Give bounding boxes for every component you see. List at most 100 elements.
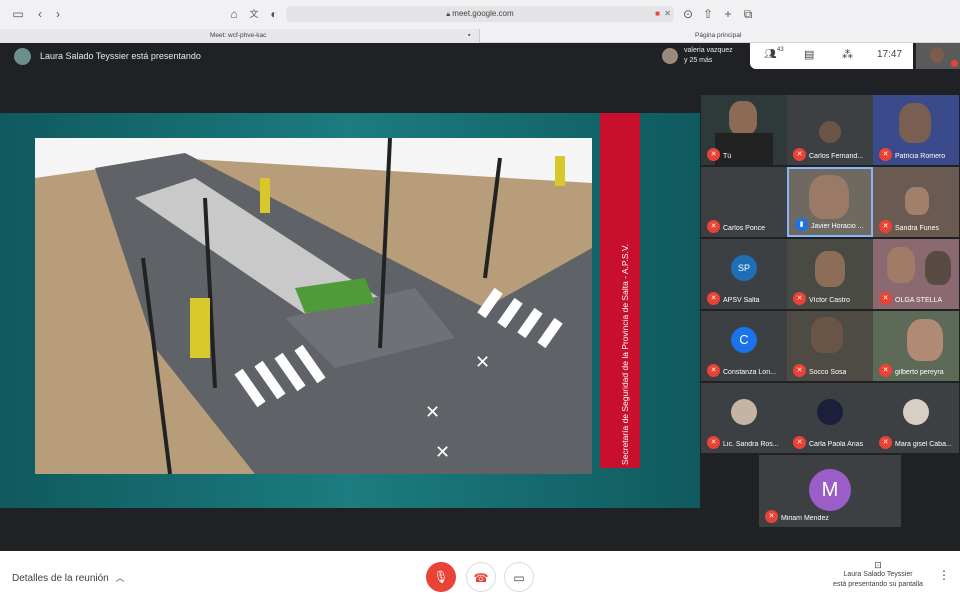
tab-strip: Meet: wcf-phve-kac ▪ Página principal (0, 29, 960, 43)
presenting-name: Laura Salado Teyssier (843, 571, 913, 578)
camera-toggle-button[interactable]: ▭ (504, 562, 534, 592)
participant-name: gilberto pereyra (895, 369, 944, 376)
mic-off-icon: ✕ (707, 364, 720, 377)
sidebar-toggle-icon[interactable]: ▭ (10, 6, 26, 22)
participant-tile[interactable]: ✕ Mara gisel Caba... (873, 383, 959, 453)
participant-video-2 (925, 251, 951, 285)
chat-icon[interactable]: ▤ (804, 48, 814, 61)
people-icon[interactable]: 👥︎ (764, 49, 777, 60)
tab-meet[interactable]: Meet: wcf-phve-kac ▪ (0, 29, 480, 43)
participant-name: Tú (723, 153, 732, 160)
mic-off-icon: ✕ (793, 436, 806, 449)
presentation-info[interactable]: ⊡ Laura Salado Teyssier está presentando… (815, 560, 941, 590)
meet-controls-pill: 👥︎ 43 ▤ ⁂ 17:47 (750, 43, 913, 69)
participant-video (907, 319, 943, 361)
participant-shirt (715, 133, 773, 165)
self-view-thumbnail[interactable] (916, 43, 960, 69)
participant-tile[interactable]: SP ✕ APSV Salta (701, 239, 787, 309)
participant-tile[interactable]: ✕ Patricia Romero (873, 95, 959, 165)
translate-icon[interactable]: 文 (246, 6, 262, 22)
participant-name: Víctor Castro (809, 297, 850, 304)
lock-icon: 🔒︎ (446, 11, 451, 18)
more-options-icon[interactable]: ⋮ (938, 568, 950, 582)
participant-tile[interactable]: ✕ Víctor Castro (787, 239, 873, 309)
participant-tile[interactable]: ▮ Javier Horacio ... (787, 167, 873, 237)
tab-overview-icon[interactable]: ⧉ (740, 6, 756, 22)
participant-tile[interactable]: ✕ Tú (701, 95, 787, 165)
chevron-up-icon: ︿ (115, 573, 125, 583)
participant-tile[interactable]: C ✕ Constanza Lon... (701, 311, 787, 381)
participant-name: Carla Paola Arias (809, 441, 864, 448)
participant-avatar-photo (731, 399, 757, 425)
svg-text:✕: ✕ (425, 402, 440, 423)
new-tab-icon[interactable]: + (720, 6, 736, 22)
participant-name: Carlos Ponce (723, 225, 766, 232)
self-mic-off-icon (951, 60, 958, 67)
url-text: meet.google.com (452, 9, 514, 18)
apsv-logo: SP (731, 255, 757, 281)
mic-off-icon: ✕ (765, 510, 778, 523)
participant-name: Carlos Fernand... (809, 153, 864, 160)
mic-off-icon: ✕ (879, 364, 892, 377)
video-camera-icon: ▭ (513, 571, 525, 585)
phone-hangup-icon: ☎︎ (473, 571, 489, 585)
participant-tile[interactable]: ✕ Carla Paola Arias (787, 383, 873, 453)
viewer-avatar (662, 48, 678, 64)
participant-avatar-photo (817, 399, 843, 425)
participant-tile[interactable]: ✕ Carlos Fernand... (787, 95, 873, 165)
slide-intersection-rendering: ✕ ✕ ✕ (35, 138, 592, 474)
participant-name: Patricia Romero (895, 153, 946, 160)
participant-tile[interactable]: ✕ Socco Sosa (787, 311, 873, 381)
home-tab-label: Página principal (695, 32, 742, 39)
shield-icon[interactable]: ◐ (266, 6, 282, 22)
mic-off-icon: ✕ (793, 292, 806, 305)
participant-avatar-photo (903, 399, 929, 425)
mic-toggle-button[interactable]: 🎙︎ (426, 562, 456, 592)
participant-video (815, 251, 845, 287)
mic-off-icon: ✕ (793, 148, 806, 161)
participant-tile[interactable]: ✕ Carlos Ponce (701, 167, 787, 237)
participant-name: APSV Salta (723, 297, 760, 304)
forward-icon[interactable]: › (50, 6, 66, 22)
traffic-light (190, 298, 210, 358)
participant-tile[interactable]: ✕ Sandra Funes (873, 167, 959, 237)
camera-recording-icon[interactable]: ■ (655, 6, 660, 22)
meet-tab-label: Meet: wcf-phve-kac (210, 32, 267, 39)
mic-off-icon: ✕ (707, 220, 720, 233)
presenting-status: está presentando su pantalla (833, 581, 923, 588)
viewer-info: valeria vazquez y 25 más (684, 46, 733, 66)
mic-off-icon: ✕ (879, 148, 892, 161)
participant-tile[interactable]: ✕ gilberto pereyra (873, 311, 959, 381)
mic-off-icon: ✕ (879, 436, 892, 449)
mic-off-icon: ✕ (707, 436, 720, 449)
leave-call-button[interactable]: ☎︎ (466, 562, 496, 592)
back-icon[interactable]: ‹ (32, 6, 48, 22)
download-icon[interactable]: ⊙ (680, 6, 696, 22)
close-tab-icon[interactable]: ✕ (664, 6, 671, 22)
participant-name: Constanza Lon... (723, 369, 776, 376)
participant-name: Sandra Funes (895, 225, 939, 232)
speaking-icon: ▮ (795, 218, 808, 231)
presenter-avatar (14, 48, 31, 65)
clock-time: 17:47 (877, 49, 903, 60)
participant-tile[interactable]: M ✕ Miriam Mendez (759, 455, 901, 527)
participant-avatar: M (809, 469, 851, 511)
home-icon[interactable]: ⌂ (226, 6, 242, 22)
participant-video (887, 247, 915, 283)
self-face (930, 47, 944, 63)
participant-tile[interactable]: ✕ OLGA STELLA (873, 239, 959, 309)
mic-off-icon: ✕ (879, 220, 892, 233)
meeting-details-button[interactable]: Detalles de la reunión ︿ (12, 571, 125, 584)
participant-count: 43 (777, 47, 784, 53)
participant-tile[interactable]: ✕ Lic. Sandra Ros... (701, 383, 787, 453)
share-icon[interactable]: ⇧ (700, 6, 716, 22)
participant-video (809, 175, 849, 219)
tab-home[interactable]: Página principal (480, 29, 960, 43)
participant-video (905, 187, 929, 215)
intersection-illustration: ✕ ✕ ✕ (35, 138, 592, 474)
url-bar[interactable]: 🔒︎ meet.google.com ■ ✕ (286, 6, 674, 22)
viewer-name: valeria vazquez (684, 47, 733, 54)
activities-icon[interactable]: ⁂ (842, 48, 853, 61)
participant-video (811, 317, 843, 353)
mic-off-icon: ✕ (793, 364, 806, 377)
